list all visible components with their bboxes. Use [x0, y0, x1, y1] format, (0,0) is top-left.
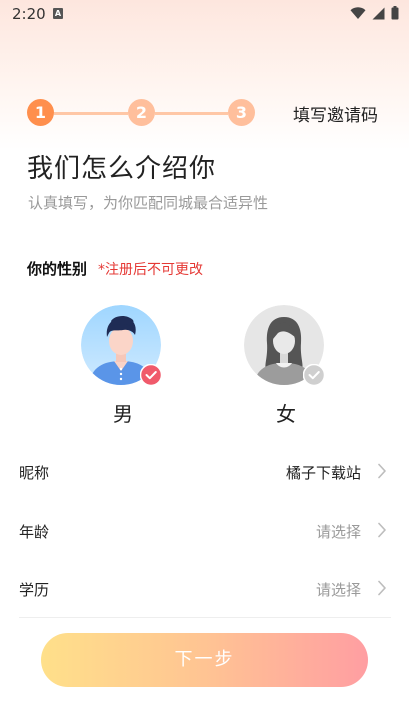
page-title: 我们怎么介绍你 — [27, 154, 217, 184]
step-1: 1 — [27, 99, 54, 126]
nickname-row[interactable]: 昵称 橘子下载站 — [19, 443, 391, 501]
chevron-right-icon — [378, 463, 386, 479]
education-row[interactable]: 学历 请选择 — [19, 560, 391, 618]
step-connector — [54, 112, 128, 115]
status-bar: 2:20 A — [0, 0, 409, 28]
battery-icon — [391, 6, 399, 20]
age-placeholder: 请选择 — [315, 523, 361, 541]
status-time: 2:20 — [12, 5, 46, 23]
selected-check-icon — [139, 363, 163, 387]
step-connector — [155, 112, 228, 115]
education-label: 学历 — [19, 581, 50, 599]
education-placeholder: 请选择 — [315, 581, 361, 599]
nickname-value: 橘子下载站 — [285, 464, 361, 482]
chevron-right-icon — [378, 580, 386, 596]
age-label: 年龄 — [19, 523, 50, 541]
signal-icon — [372, 7, 385, 19]
notification-a-icon: A — [53, 8, 63, 19]
form-divider — [19, 617, 391, 618]
gender-female-label: 女 — [276, 402, 296, 426]
gender-label: 你的性别 — [27, 260, 88, 278]
page-subtitle: 认真填写，为你匹配同城最合适异性 — [28, 194, 269, 212]
age-row[interactable]: 年龄 请选择 — [19, 502, 391, 560]
wifi-icon — [350, 6, 366, 19]
gender-male-label: 男 — [113, 402, 133, 426]
next-step-button[interactable]: 下一步 — [41, 633, 368, 687]
gender-option-male[interactable]: 男 — [81, 305, 165, 426]
status-icons — [350, 6, 399, 20]
step-2: 2 — [128, 99, 155, 126]
invite-code-link[interactable]: 填写邀请码 — [293, 101, 378, 126]
nickname-label: 昵称 — [19, 464, 50, 482]
gender-option-female[interactable]: 女 — [244, 305, 328, 426]
unselected-check-icon — [302, 363, 326, 387]
chevron-right-icon — [378, 522, 386, 538]
step-progress: 1 2 3 — [27, 99, 255, 127]
gender-warning: *注册后不可更改 — [98, 262, 203, 278]
step-3: 3 — [228, 99, 255, 126]
bottom-bar — [0, 715, 409, 728]
